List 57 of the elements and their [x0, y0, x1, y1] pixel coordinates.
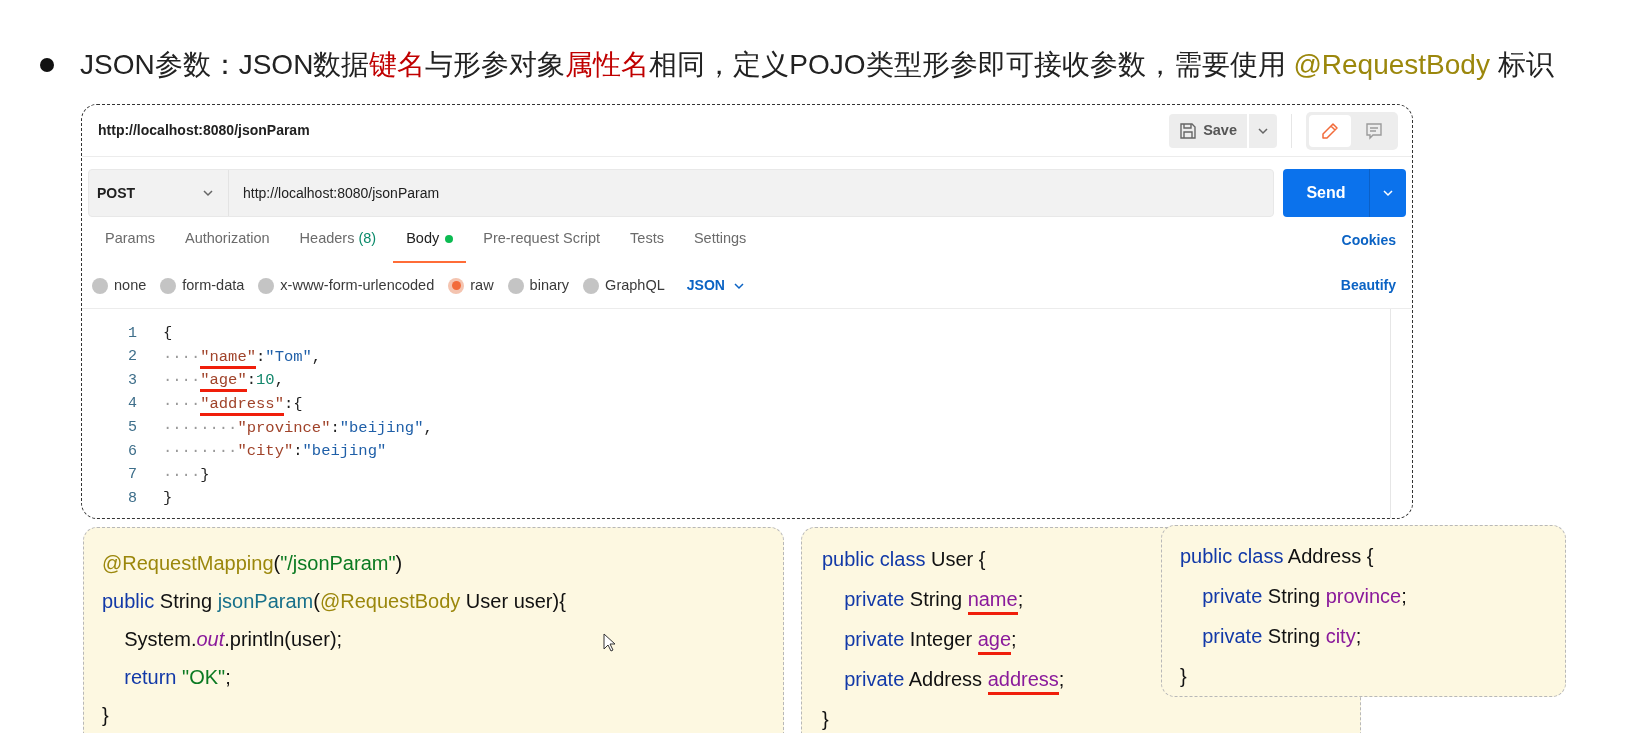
radio-option[interactable]: none	[92, 274, 147, 297]
edit-mode-button[interactable]	[1309, 114, 1351, 147]
code-line: public class User {	[822, 547, 986, 572]
chevron-down-icon	[1382, 187, 1394, 199]
code-line: {	[163, 323, 173, 345]
cookies-link[interactable]: Cookies	[1341, 229, 1396, 251]
code-line: private Integer age;	[822, 619, 1017, 659]
code-line: ····}	[163, 464, 210, 486]
code-line: }	[163, 488, 173, 510]
save-icon	[1179, 121, 1198, 140]
code-line: System.out.println(user);	[123, 627, 343, 652]
heading-text: JSON参数：JSON数据键名与形参对象属性名相同，定义POJO类型形参即可接收参数，需要使用 @RequestBody 标识	[80, 48, 1554, 82]
radio-option[interactable]: binary	[507, 274, 570, 297]
line-number: 6	[127, 441, 137, 462]
tab[interactable]: Params	[92, 217, 168, 263]
code-line: ········"city":"beijing"	[163, 441, 387, 463]
code-line: private Address address;	[822, 659, 1065, 699]
tab[interactable]: Authorization	[171, 217, 283, 263]
code-line: ····"age":10,	[163, 369, 284, 393]
tab[interactable]: Tests	[617, 217, 677, 263]
format-dropdown[interactable]: JSON	[686, 275, 745, 296]
pencil-icon	[1320, 120, 1340, 141]
line-number: 2	[127, 347, 137, 368]
code-line: }	[102, 703, 109, 728]
code-line: }	[822, 707, 829, 732]
radio-option[interactable]: GraphQL	[583, 274, 665, 297]
code-line: ········"province":"beijing",	[163, 417, 433, 439]
line-number: 3	[127, 370, 137, 391]
line-number: 7	[127, 465, 137, 486]
code-line: public String jsonParam(@RequestBody User user){	[102, 589, 566, 614]
comment-icon	[1364, 120, 1384, 141]
save-options-button[interactable]	[1249, 113, 1277, 148]
save-button[interactable]: Save	[1169, 113, 1247, 148]
line-number: 5	[127, 417, 137, 438]
tab[interactable]: Pre-request Script	[470, 217, 614, 263]
radio-option[interactable]: x-www-form-urlencoded	[258, 274, 435, 297]
tab[interactable]: Headers (8)	[286, 217, 390, 263]
mouse-cursor-icon	[603, 633, 616, 652]
code-line: ····"name":"Tom",	[163, 345, 322, 369]
request-title: http://localhost:8080/jsonParam	[98, 121, 310, 140]
code-line: private String province;	[1201, 584, 1407, 609]
bullet-icon	[40, 58, 54, 72]
code-line: }	[1180, 664, 1187, 689]
beautify-link[interactable]: Beautify	[1340, 275, 1396, 296]
code-line: @RequestMapping("/jsonParam")	[102, 551, 403, 576]
line-number: 4	[127, 394, 137, 415]
tab[interactable]: Body	[393, 217, 467, 263]
line-number: 8	[127, 488, 137, 509]
code-line: return "OK";	[123, 665, 231, 690]
line-number: 1	[127, 323, 137, 344]
code-line: public class Address {	[1180, 544, 1374, 569]
code-line: private String name;	[822, 579, 1024, 619]
tab[interactable]: Settings	[680, 217, 760, 263]
radio-option[interactable]: form-data	[160, 274, 245, 297]
code-line: private String city;	[1201, 624, 1362, 649]
radio-option[interactable]: raw	[448, 274, 494, 297]
code-line: ····"address":{	[163, 392, 303, 417]
